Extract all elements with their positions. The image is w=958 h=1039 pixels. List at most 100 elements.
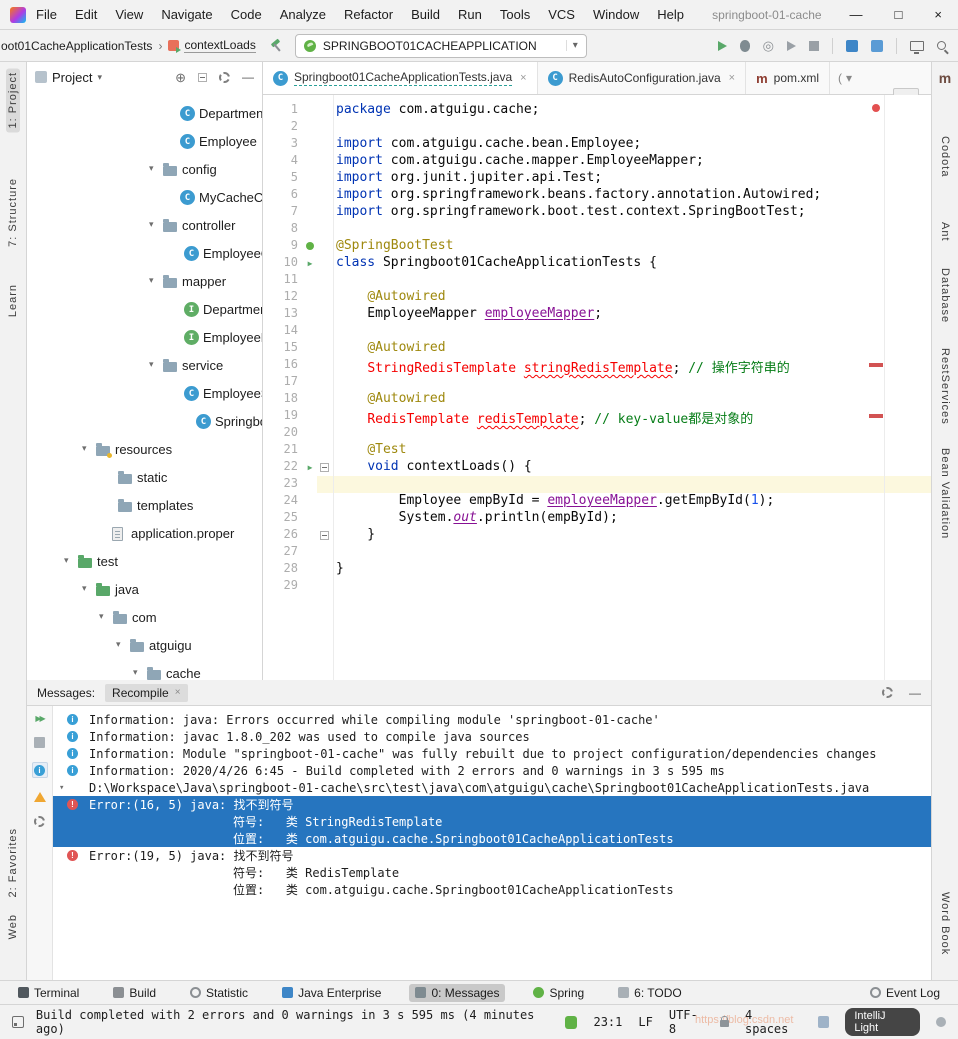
- toolwindow-button-learn[interactable]: Learn: [7, 284, 19, 317]
- error-stripe-mark[interactable]: [869, 414, 883, 418]
- tree-item-com[interactable]: ▾com: [27, 604, 262, 632]
- tree-expand-arrow[interactable]: ▾: [149, 275, 154, 286]
- fold-marker-icon[interactable]: [320, 463, 329, 472]
- chevron-down-icon[interactable]: ▾: [59, 783, 64, 793]
- close-icon[interactable]: ×: [175, 687, 181, 698]
- menu-code[interactable]: Code: [231, 7, 262, 22]
- menu-analyze[interactable]: Analyze: [280, 7, 326, 22]
- tree-expand-arrow[interactable]: ▾: [149, 359, 154, 370]
- tree-item-application-proper[interactable]: application.proper: [27, 520, 262, 548]
- menu-edit[interactable]: Edit: [75, 7, 97, 22]
- warning-icon[interactable]: [34, 792, 46, 802]
- indent-info[interactable]: 4 spaces: [745, 1008, 802, 1036]
- minimize-icon[interactable]: —: [850, 7, 863, 22]
- locate-file-icon[interactable]: ⊕: [175, 71, 186, 84]
- tree-expand-arrow[interactable]: ▾: [99, 611, 104, 622]
- debug-bug-icon[interactable]: [740, 40, 750, 52]
- tree-item-springboot01[interactable]: CSpringboot01: [27, 408, 262, 436]
- theme-widget[interactable]: IntelliJ Light: [845, 1008, 920, 1036]
- toolwindow-button-0-messages[interactable]: 0: Messages: [409, 984, 505, 1002]
- pause-output-icon[interactable]: [34, 737, 45, 748]
- message-line[interactable]: !Error:(19, 5) java: 找不到符号: [53, 847, 931, 864]
- menu-window[interactable]: Window: [593, 7, 639, 22]
- toolwindow-button-statistic[interactable]: Statistic: [184, 984, 254, 1002]
- tab-springboot01cacheapplicationtests-java[interactable]: CSpringboot01CacheApplicationTests.java×: [263, 62, 538, 94]
- layout-icon[interactable]: [871, 40, 883, 52]
- stop-icon[interactable]: [809, 41, 819, 51]
- collapse-all-icon[interactable]: [198, 73, 207, 82]
- gear-icon[interactable]: [882, 687, 893, 698]
- tree-item-department[interactable]: CDepartment: [27, 100, 262, 128]
- tree-item-resources[interactable]: ▾resources: [27, 436, 262, 464]
- tree-item-cache[interactable]: ▾cache: [27, 660, 262, 680]
- close-icon[interactable]: ×: [729, 72, 735, 84]
- run-icon[interactable]: [718, 41, 727, 51]
- toolwindow-button-spring[interactable]: Spring: [527, 984, 590, 1002]
- rerun-icon[interactable]: ▶▶: [35, 714, 43, 723]
- encoding[interactable]: UTF-8: [669, 1008, 704, 1036]
- tree-item-test[interactable]: ▾test: [27, 548, 262, 576]
- toolwindow-button-terminal[interactable]: Terminal: [12, 984, 85, 1002]
- tree-expand-arrow[interactable]: ▾: [82, 583, 87, 594]
- gear-icon[interactable]: [219, 72, 230, 83]
- tree-item-controller[interactable]: ▾controller: [27, 212, 262, 240]
- tree-item-employeema[interactable]: IEmployeeMa: [27, 324, 262, 352]
- toolwindow-button-2-favorites[interactable]: 2: Favorites: [7, 828, 19, 897]
- tree-expand-arrow[interactable]: ▾: [149, 219, 154, 230]
- toolwindow-button-restservices[interactable]: RestServices: [939, 348, 951, 425]
- tab-pom-xml[interactable]: mpom.xml: [746, 62, 830, 94]
- toolwindow-button-database[interactable]: Database: [939, 268, 951, 323]
- toolwindow-button-6-todo[interactable]: 6: TODO: [612, 984, 688, 1002]
- tree-item-department[interactable]: IDepartment: [27, 296, 262, 324]
- tree-item-templates[interactable]: templates: [27, 492, 262, 520]
- notifications-bell-icon[interactable]: [936, 1017, 946, 1027]
- run-configuration-select[interactable]: SPRINGBOOT01CACHEAPPLICATION ▾: [295, 34, 587, 58]
- toolwindow-button-word-book[interactable]: Word Book: [939, 892, 951, 955]
- services-icon[interactable]: [846, 40, 858, 52]
- tree-expand-arrow[interactable]: ▾: [149, 163, 154, 174]
- build-hammer-icon[interactable]: [270, 39, 283, 52]
- spring-bean-icon[interactable]: [306, 242, 314, 250]
- search-icon[interactable]: [937, 41, 946, 50]
- close-icon[interactable]: ×: [934, 7, 942, 22]
- tab-recompile[interactable]: Recompile ×: [105, 684, 188, 702]
- message-line[interactable]: 符号: 类 RedisTemplate: [53, 864, 931, 881]
- settings-wrench-icon[interactable]: [34, 816, 45, 827]
- close-icon[interactable]: ×: [520, 72, 526, 84]
- toolwindow-button-1-project[interactable]: 1: Project: [6, 68, 20, 132]
- breadcrumb-method[interactable]: contextLoads: [184, 38, 255, 53]
- tree-expand-arrow[interactable]: ▾: [64, 555, 69, 566]
- status-misc-icon[interactable]: [818, 1016, 830, 1028]
- maven-icon[interactable]: m: [939, 70, 951, 86]
- message-line[interactable]: iInformation: java: Errors occurred whil…: [53, 711, 931, 728]
- monitor-icon[interactable]: [910, 41, 924, 51]
- hide-panel-icon[interactable]: —: [242, 70, 254, 84]
- tree-item-static[interactable]: static: [27, 464, 262, 492]
- tab-redisautoconfiguration-java[interactable]: CRedisAutoConfiguration.java×: [538, 62, 747, 94]
- menu-vcs[interactable]: VCS: [548, 7, 575, 22]
- tree-item-service[interactable]: ▾service: [27, 352, 262, 380]
- maximize-icon[interactable]: □: [895, 7, 903, 22]
- toolwindow-button-event-log[interactable]: Event Log: [864, 984, 946, 1002]
- run-gutter-icon[interactable]: ▶: [303, 255, 317, 272]
- toolwindow-button-codota[interactable]: Codota: [939, 136, 951, 177]
- fold-marker-icon[interactable]: [320, 531, 329, 540]
- menu-run[interactable]: Run: [458, 7, 482, 22]
- tree-item-java[interactable]: ▾java: [27, 576, 262, 604]
- message-line[interactable]: iInformation: 2020/4/26 6:45 - Build com…: [53, 762, 931, 779]
- tree-item-atguigu[interactable]: ▾atguigu: [27, 632, 262, 660]
- toolwindow-button-web[interactable]: Web: [7, 914, 19, 939]
- line-ending[interactable]: LF: [638, 1015, 652, 1029]
- toolwindow-button-build[interactable]: Build: [107, 984, 162, 1002]
- error-indicator-icon[interactable]: [872, 104, 880, 112]
- tree-item-mapper[interactable]: ▾mapper: [27, 268, 262, 296]
- project-panel-title[interactable]: Project: [52, 70, 92, 85]
- hidden-tabs-indicator[interactable]: (▾: [830, 62, 860, 94]
- info-filter-toggle[interactable]: i: [32, 762, 48, 778]
- tree-expand-arrow[interactable]: ▾: [116, 639, 121, 650]
- toolwindow-button-7-structure[interactable]: 7: Structure: [7, 178, 19, 247]
- message-line[interactable]: iInformation: javac 1.8.0_202 was used t…: [53, 728, 931, 745]
- toolwindow-button-bean-validation[interactable]: Bean Validation: [939, 448, 951, 539]
- error-stripe-mark[interactable]: [869, 363, 883, 367]
- run-disabled-icon[interactable]: [787, 41, 796, 51]
